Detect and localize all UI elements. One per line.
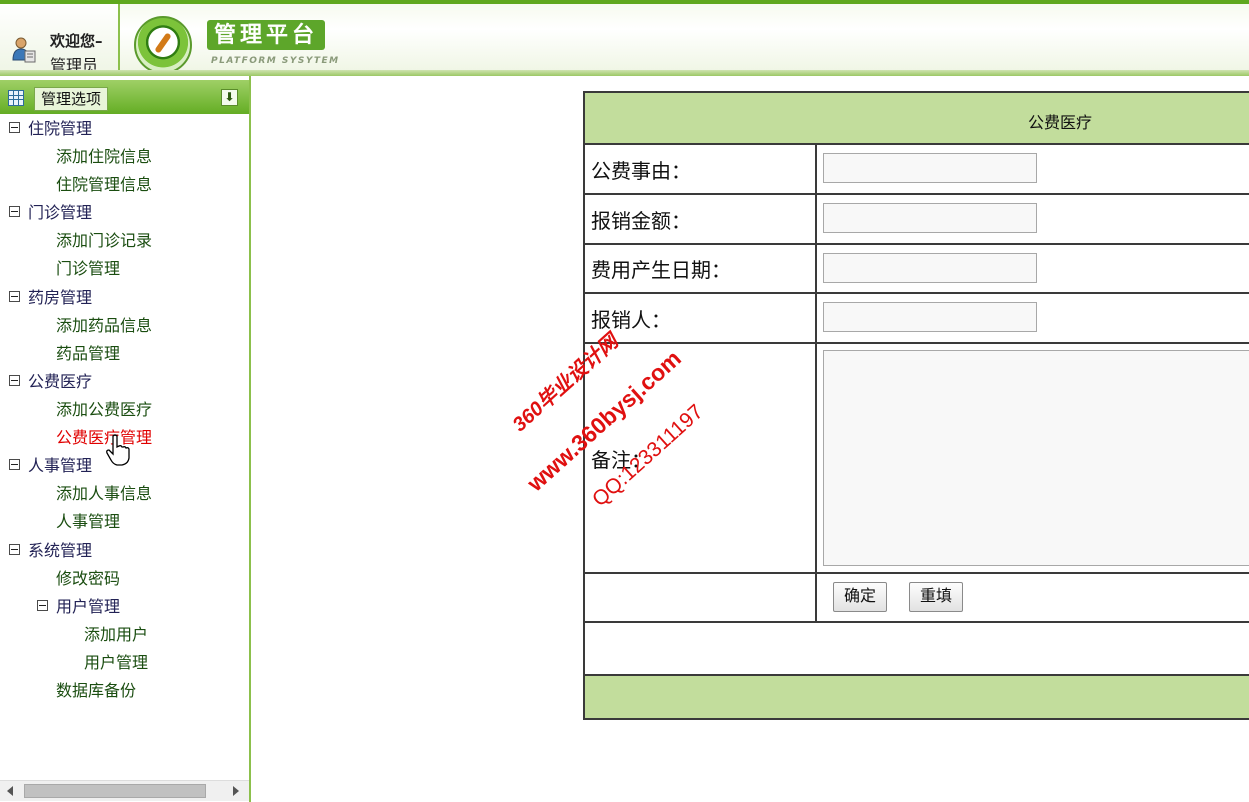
menu-label: 门诊管理 bbox=[28, 203, 93, 222]
menu-group-inpatient[interactable]: 住院管理 bbox=[9, 118, 92, 140]
menu-group-system[interactable]: 系统管理 bbox=[9, 540, 92, 562]
form-row-actions: 确定 重填 bbox=[585, 574, 1249, 623]
menu-group-outpatient[interactable]: 门诊管理 bbox=[9, 202, 92, 224]
form-footer bbox=[585, 674, 1249, 718]
menu-item-personnel-manage[interactable]: 人事管理 bbox=[56, 511, 120, 533]
menu-item-db-backup[interactable]: 数据库备份 bbox=[56, 680, 136, 702]
collapse-icon[interactable] bbox=[9, 122, 20, 133]
user-icon bbox=[12, 37, 36, 63]
menu-item-public-medical-manage[interactable]: 公费医疗管理 bbox=[56, 427, 152, 449]
collapse-icon[interactable] bbox=[37, 600, 48, 611]
main-content: 公费医疗 公费事由： 报销金额： 费用产生日期： 报销人： 备注： 确定 重填 bbox=[252, 76, 1249, 802]
sidebar-title[interactable]: 管理选项 bbox=[34, 87, 109, 111]
menu-item-inpatient-manage[interactable]: 住院管理信息 bbox=[56, 174, 152, 196]
user-block: 欢迎您– 管理员 bbox=[0, 4, 120, 76]
menu-item-add-inpatient[interactable]: 添加住院信息 bbox=[56, 146, 152, 168]
remark-textarea[interactable] bbox=[823, 350, 1249, 566]
collapse-arrow-icon[interactable]: ⬇ bbox=[221, 89, 238, 106]
actions-label-cell bbox=[585, 574, 817, 621]
menu-item-add-personnel[interactable]: 添加人事信息 bbox=[56, 483, 152, 505]
menu-item-add-public-medical[interactable]: 添加公费医疗 bbox=[56, 399, 152, 421]
platform-subtitle: PLATFORM SYSYTEM bbox=[211, 56, 340, 66]
welcome-text: 欢迎您– bbox=[50, 32, 103, 50]
menu-item-user-manage[interactable]: 用户管理 bbox=[84, 652, 148, 674]
platform-logo-icon bbox=[134, 16, 192, 74]
sidebar-header: 管理选项 ⬇ bbox=[0, 80, 249, 114]
scroll-left-icon[interactable] bbox=[7, 786, 13, 796]
collapse-icon[interactable] bbox=[9, 291, 20, 302]
form-row-date: 费用产生日期： bbox=[585, 245, 1249, 294]
reason-label: 公费事由： bbox=[585, 145, 817, 193]
scroll-thumb[interactable] bbox=[24, 784, 206, 798]
hand-cursor-icon bbox=[106, 434, 130, 466]
menu-group-public-medical[interactable]: 公费医疗 bbox=[9, 371, 92, 393]
amount-input[interactable] bbox=[823, 203, 1037, 233]
form-header: 公费医疗 bbox=[585, 93, 1249, 145]
menu-item-drug-manage[interactable]: 药品管理 bbox=[56, 343, 120, 365]
menu-group-users[interactable]: 用户管理 bbox=[37, 596, 120, 618]
menu-item-add-user[interactable]: 添加用户 bbox=[84, 624, 148, 646]
menu-group-personnel[interactable]: 人事管理 bbox=[9, 455, 92, 477]
menu-item-outpatient-manage[interactable]: 门诊管理 bbox=[56, 258, 120, 280]
form-title: 公费医疗 bbox=[1028, 113, 1093, 132]
form-row-remark: 备注： bbox=[585, 344, 1249, 574]
scroll-right-icon[interactable] bbox=[233, 786, 239, 796]
reset-button[interactable]: 重填 bbox=[909, 582, 964, 612]
menu-label: 住院管理 bbox=[28, 119, 93, 138]
sidebar: 管理选项 ⬇ 住院管理 添加住院信息 住院管理信息 门诊管理 添加门诊记录 门诊… bbox=[0, 76, 251, 802]
form-row-amount: 报销金额： bbox=[585, 195, 1249, 245]
menu-item-change-password[interactable]: 修改密码 bbox=[56, 568, 120, 590]
platform-title: 管理平台 bbox=[207, 20, 325, 50]
sidebar-horizontal-scrollbar[interactable] bbox=[0, 780, 249, 801]
date-label: 费用产生日期： bbox=[585, 245, 817, 292]
public-medical-form: 公费医疗 公费事由： 报销金额： 费用产生日期： 报销人： 备注： 确定 重填 bbox=[583, 91, 1249, 720]
reason-input[interactable] bbox=[823, 153, 1037, 183]
menu-item-add-drug[interactable]: 添加药品信息 bbox=[56, 315, 152, 337]
menu-label: 药房管理 bbox=[28, 288, 93, 307]
claimant-input[interactable] bbox=[823, 302, 1037, 332]
menu-label: 系统管理 bbox=[28, 541, 93, 560]
top-header: 欢迎您– 管理员 管理平台 PLATFORM SYSYTEM bbox=[0, 0, 1249, 76]
menu-item-add-outpatient[interactable]: 添加门诊记录 bbox=[56, 230, 152, 252]
menu-label: 公费医疗 bbox=[28, 372, 93, 391]
grid-icon bbox=[8, 90, 24, 106]
menu-label: 人事管理 bbox=[28, 456, 93, 475]
menu-group-pharmacy[interactable]: 药房管理 bbox=[9, 287, 92, 309]
claimant-label: 报销人： bbox=[585, 294, 817, 342]
collapse-icon[interactable] bbox=[9, 544, 20, 555]
remark-label: 备注： bbox=[585, 344, 817, 572]
form-row-reason: 公费事由： bbox=[585, 145, 1249, 195]
amount-label: 报销金额： bbox=[585, 195, 817, 243]
date-input[interactable] bbox=[823, 253, 1037, 283]
collapse-icon[interactable] bbox=[9, 375, 20, 386]
form-row-empty bbox=[585, 623, 1249, 678]
collapse-icon[interactable] bbox=[9, 206, 20, 217]
collapse-icon[interactable] bbox=[9, 459, 20, 470]
menu-label: 用户管理 bbox=[56, 597, 121, 616]
form-row-claimant: 报销人： bbox=[585, 294, 1249, 344]
submit-button[interactable]: 确定 bbox=[833, 582, 888, 612]
